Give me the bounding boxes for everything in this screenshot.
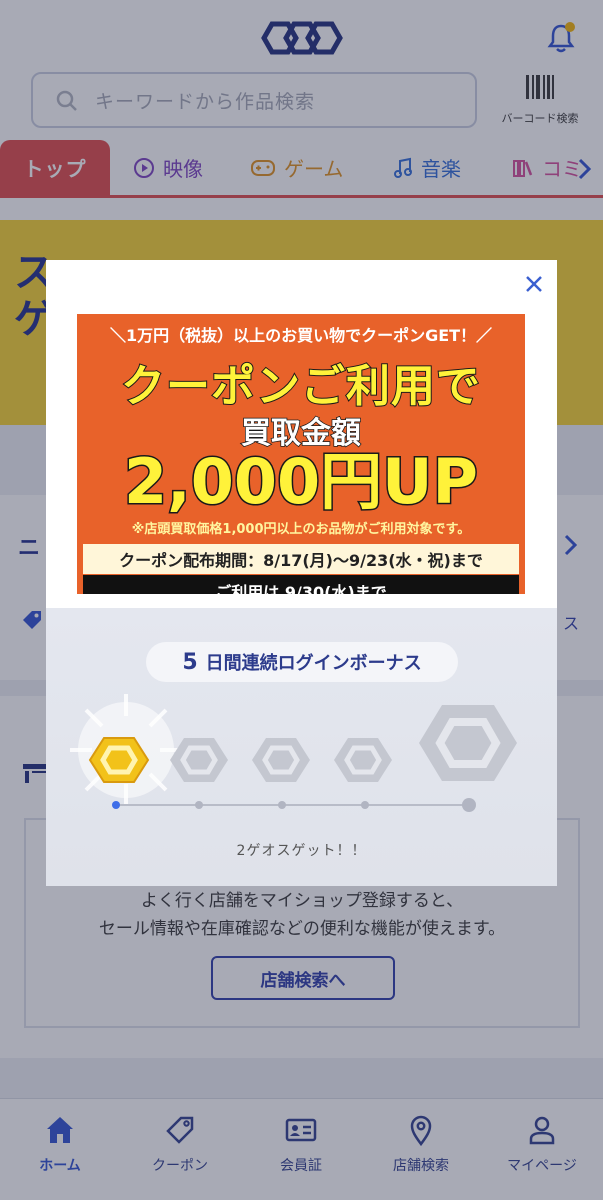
login-bonus-title-text: 日間連続ログインボーナス [205, 653, 422, 674]
geo-coin-bonus-icon [419, 705, 517, 781]
progress-dot-1 [112, 801, 120, 809]
geo-coin-locked-icon [334, 738, 392, 782]
coupon-ad-image[interactable]: ＼1万円（税抜）以上のお買い物でクーポンGET！／ クーポンご利用で 買取金額 … [77, 314, 525, 594]
login-bonus-title: 5 日間連続ログインボーナス [146, 642, 458, 682]
ad-note: ※店頭買取価格1,000円以上のお品物がご利用対象です。 [131, 522, 471, 537]
campaign-modal: ＼1万円（税抜）以上のお買い物でクーポンGET！／ クーポンご利用で 買取金額 … [46, 260, 557, 608]
ad-usage-period: ご利用は 9/30(水)まで [83, 575, 519, 594]
ad-amount: 2,000円UP [123, 444, 480, 519]
progress-dot-2 [195, 801, 203, 809]
close-icon[interactable] [522, 272, 546, 296]
login-bonus-message: 2ゲオスゲット！！ [236, 843, 367, 859]
progress-dot-4 [361, 801, 369, 809]
login-bonus-days: 5 [182, 649, 198, 675]
geo-coin-earned-icon [88, 737, 150, 783]
geo-coin-locked-icon [170, 738, 228, 782]
progress-track [112, 798, 476, 812]
ad-top-line: ＼1万円（税抜）以上のお買い物でクーポンGET！／ [109, 326, 493, 345]
login-bonus-panel: 5 日間連続ログインボーナス 2ゲオスゲット！！ [46, 608, 557, 886]
progress-dot-5 [462, 798, 476, 812]
ad-period: クーポン配布期間：8/17(月)～9/23(水・祝)まで [83, 544, 519, 574]
progress-dot-3 [278, 801, 286, 809]
geo-coin-locked-icon [252, 738, 310, 782]
ad-headline: クーポンご利用で [120, 360, 481, 413]
